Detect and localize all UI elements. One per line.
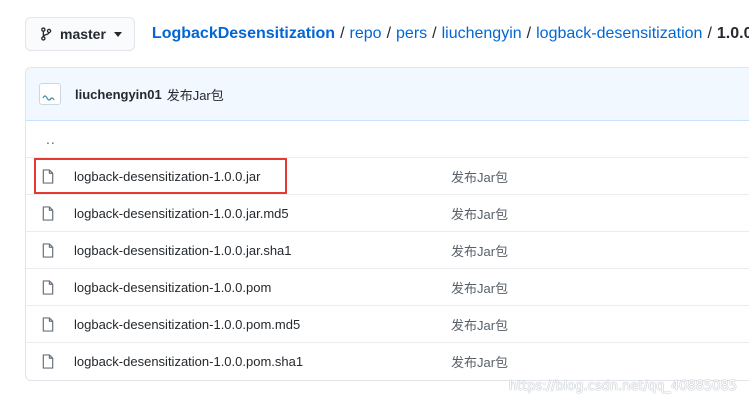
commit-author[interactable]: liuchengyin01 [75,87,162,102]
file-name-link[interactable]: logback-desensitization-1.0.0.jar.sha1 [74,243,451,258]
file-row[interactable]: logback-desensitization-1.0.0.jar.md5 发布J… [26,194,749,231]
file-icon [42,205,56,221]
file-name-link[interactable]: logback-desensitization-1.0.0.jar [74,169,451,184]
file-row[interactable]: logback-desensitization-1.0.0.pom.sha1 发布… [26,342,749,379]
file-row[interactable]: logback-desensitization-1.0.0.jar.sha1 发布… [26,231,749,268]
branch-label: master [60,26,106,42]
avatar[interactable] [39,83,61,105]
file-commit-message[interactable]: 发布Jar包 [451,278,508,297]
breadcrumb-separator: / [707,25,712,42]
chevron-down-icon [113,31,122,37]
breadcrumb-separator: / [432,25,437,42]
file-commit-message[interactable]: 发布Jar包 [451,315,508,334]
parent-directory-link[interactable]: .. [46,131,56,147]
commit-message[interactable]: 发布Jar包 [167,85,224,104]
file-icon [42,242,56,258]
breadcrumb-separator: / [526,25,532,42]
file-commit-message[interactable]: 发布Jar包 [451,241,508,260]
breadcrumb-repo-link[interactable]: LogbackDesensitization [152,25,335,43]
file-row[interactable]: logback-desensitization-1.0.0.jar 发布Jar包 [26,157,749,194]
file-icon [42,168,56,184]
file-row[interactable]: logback-desensitization-1.0.0.pom.md5 发布J… [26,305,749,342]
breadcrumb-link-logback-desensitization[interactable]: logback-desensitization [536,25,702,43]
latest-commit-bar: liuchengyin01 发布Jar包 [26,68,749,121]
file-name-link[interactable]: logback-desensitization-1.0.0.pom.sha1 [74,354,451,369]
file-icon [42,279,56,295]
file-list: liuchengyin01 发布Jar包 .. logback-desensit… [25,67,749,381]
breadcrumb-link-liuchengyin[interactable]: liuchengyin [442,25,522,43]
file-name-link[interactable]: logback-desensitization-1.0.0.jar.md5 [74,206,451,221]
git-branch-icon [41,27,52,41]
branch-select-button[interactable]: master [25,17,135,51]
breadcrumb-link-pers[interactable]: pers [396,25,427,43]
breadcrumb-link-repo[interactable]: repo [350,25,382,43]
file-rows: logback-desensitization-1.0.0.jar 发布Jar包 l… [26,157,749,379]
file-commit-message[interactable]: 发布Jar包 [451,167,508,186]
parent-directory-row[interactable]: .. [26,121,749,157]
file-row[interactable]: logback-desensitization-1.0.0.pom 发布Jar包 [26,268,749,305]
file-name-link[interactable]: logback-desensitization-1.0.0.pom.md5 [74,317,451,332]
file-icon [42,353,56,369]
watermark-text: https://blog.csdn.net/qq_40885085 [508,379,737,394]
breadcrumb-separator: / [340,25,345,42]
repo-navigation: master LogbackDesensitization / repo / p… [25,17,749,51]
avatar-image-icon [42,95,55,101]
breadcrumb-current: 1.0.0 [716,25,749,42]
file-icon [42,316,56,332]
file-name-link[interactable]: logback-desensitization-1.0.0.pom [74,280,451,295]
file-commit-message[interactable]: 发布Jar包 [451,352,508,371]
file-commit-message[interactable]: 发布Jar包 [451,204,508,223]
breadcrumb-separator: / [386,25,392,42]
breadcrumb: LogbackDesensitization / repo / pers / l… [152,25,749,43]
